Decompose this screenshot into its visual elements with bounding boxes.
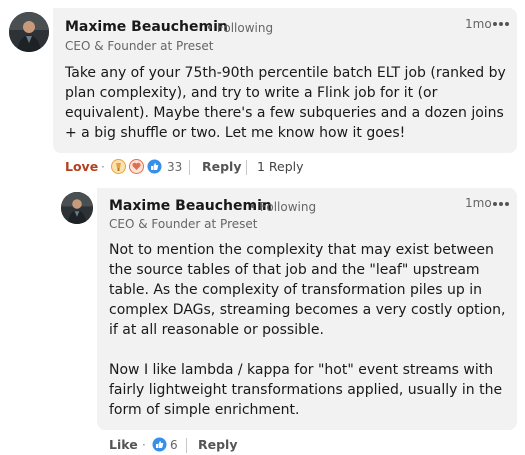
reply-paragraph: Not to mention the complexity that may e… <box>109 242 506 338</box>
reply-button[interactable]: Reply <box>202 159 241 174</box>
separator-dot: · <box>142 438 146 452</box>
comment-actions: Love · 33 Reply 1 Reply <box>65 159 365 177</box>
divider <box>189 160 190 175</box>
reaction-count[interactable]: 6 <box>170 438 178 452</box>
love-icon <box>129 159 144 174</box>
replies-count-link[interactable]: 1 Reply <box>257 159 304 174</box>
author-headline: CEO & Founder at Preset <box>65 39 214 53</box>
love-reaction-button[interactable]: Love <box>65 159 98 174</box>
like-button[interactable]: Like <box>109 437 138 452</box>
more-dots-icon[interactable] <box>493 201 509 207</box>
following-status: • Following <box>206 21 274 35</box>
comment-text: Take any of your 75th-90th percentile ba… <box>65 65 506 141</box>
divider <box>246 160 247 175</box>
avatar[interactable] <box>9 12 49 52</box>
reply-actions: Like · 6 Reply <box>109 437 309 455</box>
reply-text: Not to mention the complexity that may e… <box>109 240 509 420</box>
author-name[interactable]: Maxime Beauchemin <box>65 19 228 35</box>
reaction-count[interactable]: 33 <box>167 160 182 174</box>
celebrate-icon <box>111 159 126 174</box>
timestamp: 1mo <box>465 17 492 31</box>
reply-button[interactable]: Reply <box>198 437 237 452</box>
more-dots-icon[interactable] <box>493 21 509 27</box>
reply-paragraph: Now I like lambda / kappa for "hot" even… <box>109 362 503 418</box>
author-headline: CEO & Founder at Preset <box>109 217 258 231</box>
separator-dot: · <box>101 160 105 174</box>
author-name[interactable]: Maxime Beauchemin <box>109 198 272 214</box>
like-icon <box>147 159 162 174</box>
following-status: • Following <box>249 200 317 214</box>
like-icon <box>152 437 167 452</box>
avatar[interactable] <box>61 192 93 224</box>
divider <box>186 438 187 453</box>
timestamp: 1mo <box>465 196 492 210</box>
